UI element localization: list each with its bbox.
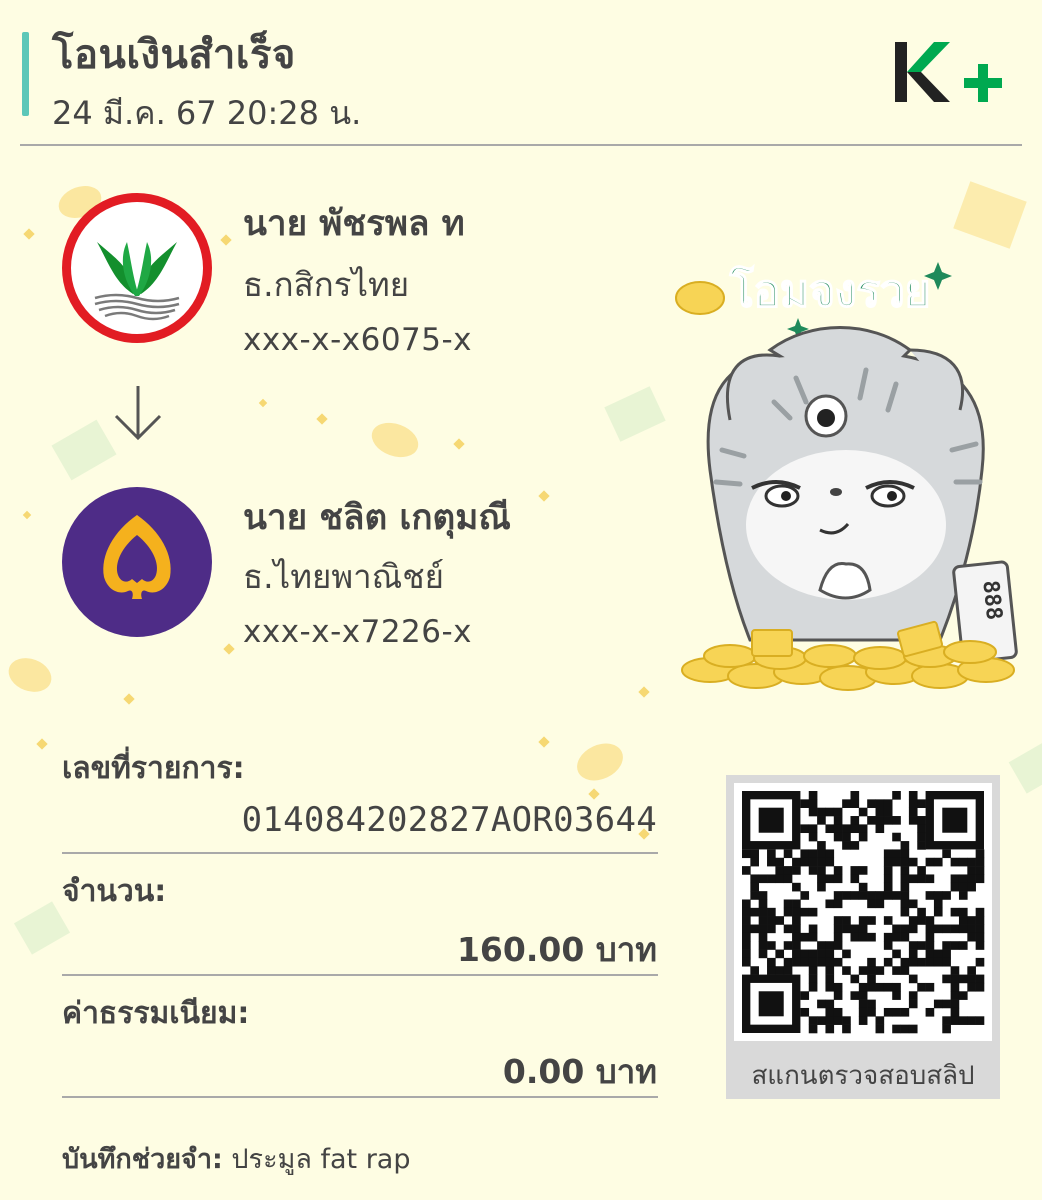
qr-verify-box[interactable]: สแกนตรวจสอบสลิป — [726, 775, 1000, 1099]
scb-logo — [62, 487, 212, 637]
page-title: โอนเงินสำเร็จ — [52, 32, 296, 78]
qr-caption: สแกนตรวจสอบสลิป — [751, 1061, 975, 1091]
kbank-leaf-icon — [94, 242, 180, 321]
sender-account: xxx-x-x6075-x — [243, 322, 473, 358]
ref-label: เลขที่รายการ: — [62, 751, 245, 786]
fee-value: 0.00 บาท — [502, 1052, 657, 1091]
receiver-bank: ธ.ไทยพาณิชย์ — [243, 557, 444, 596]
scb-mark-icon — [103, 515, 171, 599]
transaction-datetime: 24 มี.ค. 67 20:28 น. — [52, 94, 362, 132]
memo-value: ประมูล fat rap — [231, 1144, 411, 1175]
kplus-logo-icon — [895, 42, 1002, 102]
kbank-logo — [62, 193, 212, 343]
ref-divider — [62, 852, 658, 854]
memo: บันทึกช่วยจำ: ประมูล fat rap — [62, 1137, 411, 1180]
sticker-text: โอมจงรวย — [729, 264, 930, 317]
cat-sticker-icon: โอมจงรวย 888 — [675, 181, 1027, 691]
header-accent-bar — [22, 32, 29, 116]
qr-code-icon — [742, 791, 985, 1034]
receiver-account: xxx-x-x7226-x — [243, 614, 473, 650]
receiver-name: นาย ชลิต เกตุมณี — [243, 498, 511, 538]
sender-name: นาย พัชรพล ท — [243, 204, 465, 244]
amount-value: 160.00 บาท — [456, 930, 657, 969]
fee-label: ค่าธรรมเนียม: — [62, 996, 250, 1031]
arrow-down-icon — [114, 386, 162, 441]
header-divider — [20, 144, 1022, 146]
sender-bank: ธ.กสิกรไทย — [243, 265, 410, 304]
fee-divider — [62, 1096, 658, 1098]
amount-divider — [62, 974, 658, 976]
ref-value: 014084202827AOR03644 — [241, 800, 657, 840]
plaque-text: 888 — [977, 579, 1006, 621]
amount-label: จำนวน: — [62, 874, 167, 909]
memo-label: บันทึกช่วยจำ: — [62, 1144, 223, 1175]
qr-code-container — [734, 783, 992, 1041]
